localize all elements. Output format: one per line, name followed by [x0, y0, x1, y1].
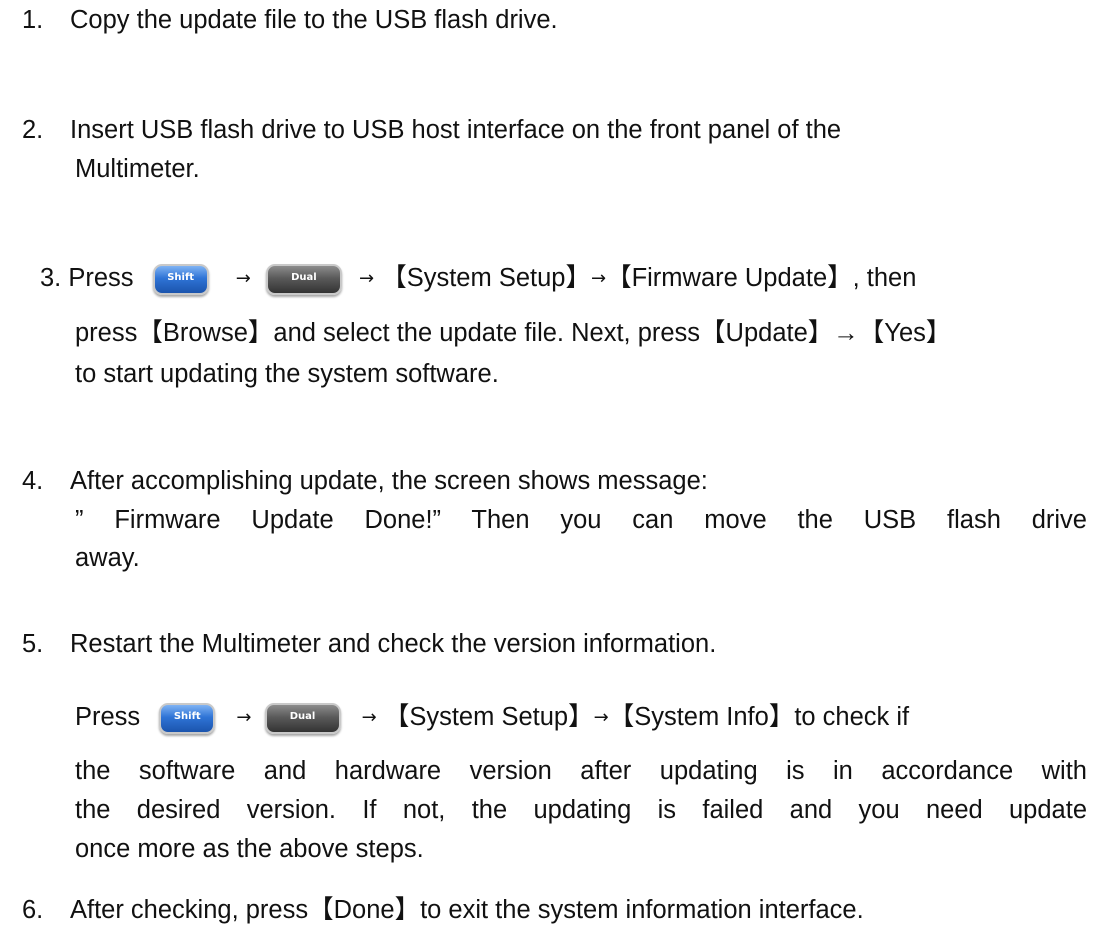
step-text: the desired version. If not, the updatin…: [75, 796, 1087, 824]
shift-key-icon: Shift: [152, 263, 209, 295]
press-text: Press: [68, 264, 134, 292]
step-text: ” Firmware Update Done!” Then you can mo…: [75, 506, 1087, 534]
step-text: Insert USB flash drive to USB host inter…: [70, 116, 842, 144]
step-text: Multimeter.: [75, 155, 200, 183]
arrow-icon: →: [235, 268, 251, 290]
step-text: press【Browse】and select the update file.…: [75, 319, 952, 347]
step-text: away.: [75, 544, 140, 572]
menu-firmware-update: 【Firmware Update】: [606, 264, 853, 292]
arrow-icon: →: [590, 268, 607, 290]
step-text: Copy the update file to the USB flash dr…: [70, 6, 558, 34]
menu-system-setup: 【System Setup】: [383, 703, 594, 731]
step-press-line: Press Shift → Dual → 【System Setup】→【Sys…: [75, 699, 1105, 735]
step-number: 5.: [22, 630, 44, 658]
menu-system-info: 【System Info】: [608, 703, 795, 731]
step-text: the software and hardware version after …: [75, 757, 1087, 785]
step-text: , then: [852, 264, 917, 292]
arrow-icon: →: [236, 707, 252, 729]
dual-key-icon: Dual: [264, 702, 341, 734]
step-number: 6.: [22, 896, 44, 924]
step-number: 3.: [40, 264, 62, 292]
press-text: Press: [75, 703, 141, 731]
step-text: to check if: [794, 703, 910, 731]
arrow-icon: →: [361, 707, 377, 729]
step-text: After accomplishing update, the screen s…: [70, 467, 708, 495]
step-number: 4.: [22, 467, 44, 495]
arrow-icon: →: [593, 707, 609, 729]
menu-system-setup: 【System Setup】: [381, 264, 591, 292]
step-text: Restart the Multimeter and check the ver…: [70, 630, 717, 658]
shift-key-icon: Shift: [159, 702, 216, 734]
dual-key-icon: Dual: [265, 263, 342, 295]
step-number: 1.: [22, 6, 44, 34]
step-press-line: 3. Press Shift → Dual → 【System Setup】→【…: [40, 260, 1100, 296]
arrow-icon: →: [359, 268, 375, 290]
step-text: once more as the above steps.: [75, 835, 424, 863]
step-text: to start updating the system software.: [75, 360, 499, 388]
step-text: After checking, press【Done】to exit the s…: [70, 896, 864, 924]
step-number: 2.: [22, 116, 44, 144]
